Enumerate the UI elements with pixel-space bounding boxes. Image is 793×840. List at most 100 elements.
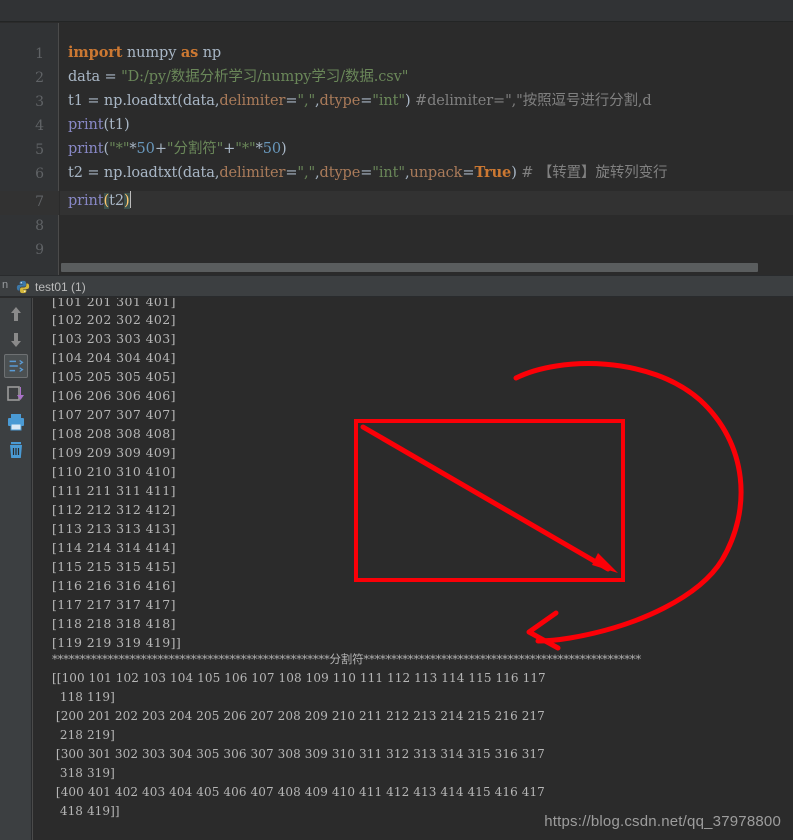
code-token: 50 — [262, 141, 281, 157]
output-line: [113 213 313 413] — [52, 521, 176, 536]
output-separator-line: ****************************************… — [52, 652, 641, 666]
code-line-1[interactable]: import numpy as np — [68, 41, 221, 65]
code-editor-pane[interactable]: 1 2 3 4 5 6 7 8 9 import numpy as np dat… — [0, 23, 793, 275]
line-number-2: 2 — [35, 70, 44, 86]
csdn-watermark: https://blog.csdn.net/qq_37978800 — [544, 813, 781, 830]
console-pane: [101 201 301 401] [102 202 302 402] [103… — [0, 298, 793, 840]
output-line: [116 216 316 416] — [52, 578, 176, 593]
output-line: [111 211 311 411] — [52, 483, 176, 498]
export-to-file-icon[interactable] — [4, 382, 28, 406]
text-caret — [129, 191, 131, 208]
line-number-5: 5 — [35, 142, 44, 158]
output-line: [108 208 308 408] — [52, 426, 176, 441]
code-token: #delimiter=","按照逗号进行分割,d — [415, 93, 652, 109]
editor-gutter[interactable]: 1 2 3 4 5 6 7 8 9 — [0, 23, 59, 275]
code-token: ) — [511, 165, 522, 181]
line-number-7: 7 — [35, 194, 44, 210]
line-number-9: 9 — [35, 242, 44, 258]
gutter-current-line-highlight — [0, 191, 59, 215]
code-token: print — [68, 141, 104, 157]
code-token: "*" — [109, 141, 130, 157]
code-line-5[interactable]: print("*"*50+"分割符"+"*"*50) — [68, 137, 287, 161]
code-token: "," — [297, 165, 316, 181]
code-token: np — [198, 45, 222, 61]
line-number-1: 1 — [35, 46, 44, 62]
code-token: "int" — [372, 93, 405, 109]
ide-window: 1 2 3 4 5 6 7 8 9 import numpy as np dat… — [0, 0, 793, 840]
console-output-text[interactable]: [101 201 301 401] [102 202 302 402] [103… — [48, 298, 793, 840]
code-token: = — [285, 93, 298, 109]
code-text-area[interactable]: import numpy as np data = "D:/py/数据分析学习/… — [60, 23, 793, 275]
code-token: t1 = np.loadtxt(data, — [68, 93, 220, 109]
output-line: [106 206 306 406] — [52, 388, 176, 403]
code-line-2[interactable]: data = "D:/py/数据分析学习/numpy学习/数据.csv" — [68, 65, 408, 89]
code-token: dtype — [319, 93, 361, 109]
editor-scrollbar-thumb[interactable] — [61, 263, 758, 272]
code-token: print — [68, 193, 104, 209]
code-token: data = — [68, 69, 122, 85]
line-number-4: 4 — [35, 118, 44, 134]
code-token: + — [154, 141, 167, 157]
code-token: ) — [281, 141, 287, 157]
code-token: t2 = np.loadtxt(data, — [68, 165, 220, 181]
output-line: [112 212 312 412] — [52, 502, 176, 517]
line-number-8: 8 — [35, 218, 44, 234]
code-token: dtype — [319, 165, 361, 181]
soft-wrap-icon[interactable] — [4, 354, 28, 378]
line-number-6: 6 — [35, 166, 44, 182]
output-line: 118 119] — [52, 690, 115, 704]
runbar-left-fragment: n — [2, 279, 9, 291]
up-arrow-icon[interactable] — [4, 302, 28, 326]
code-token: "D:/py/数据分析学习/numpy学习/数据.csv" — [121, 69, 409, 85]
code-token: = — [360, 93, 373, 109]
code-token: + — [223, 141, 236, 157]
code-token: unpack — [409, 165, 463, 181]
down-arrow-icon[interactable] — [4, 328, 28, 352]
code-token: = — [462, 165, 475, 181]
output-line: [115 215 315 415] — [52, 559, 176, 574]
editor-horizontal-scrollbar[interactable] — [60, 262, 793, 273]
window-top-strip — [0, 0, 793, 22]
code-token: = — [285, 165, 298, 181]
code-token: as — [180, 44, 199, 61]
output-line: [300 301 302 303 304 305 306 307 308 309… — [52, 747, 545, 761]
code-token: * — [129, 141, 137, 157]
code-token: delimiter — [219, 165, 286, 181]
output-line: [102 202 302 402] — [52, 312, 176, 327]
trash-icon[interactable] — [4, 438, 28, 462]
code-token: (t1) — [103, 117, 130, 133]
console-toolbar — [0, 298, 32, 840]
code-token: # 【转置】旋转列变行 — [521, 165, 668, 181]
code-token: "分割符" — [166, 141, 224, 157]
output-line: 418 419]] — [52, 804, 120, 818]
output-line: 218 219] — [52, 728, 115, 742]
output-line: [118 218 318 418] — [52, 616, 176, 631]
output-line: [103 203 303 403] — [52, 331, 176, 346]
output-line: [105 205 305 405] — [52, 369, 176, 384]
code-line-7[interactable]: print(t2) — [68, 189, 131, 213]
code-token: True — [474, 164, 512, 181]
code-token: t2 — [109, 193, 124, 209]
output-line: [110 210 310 410] — [52, 464, 176, 479]
code-token: print — [68, 117, 104, 133]
code-token: "," — [297, 93, 316, 109]
code-line-4[interactable]: print(t1) — [68, 113, 130, 137]
current-line-highlight — [60, 191, 793, 215]
output-line: [104 204 304 404] — [52, 350, 176, 365]
run-tab-label[interactable]: test01 (1) — [35, 280, 86, 294]
code-token: ) — [404, 93, 416, 109]
output-line: [114 214 314 414] — [52, 540, 176, 555]
code-line-6[interactable]: t2 = np.loadtxt(data,delimiter=",",dtype… — [68, 161, 668, 185]
run-tool-window-header: n test01 (1) — [0, 275, 793, 297]
code-token: = — [360, 165, 373, 181]
code-token: * — [255, 141, 263, 157]
python-icon — [16, 280, 30, 294]
code-token: import — [68, 44, 123, 61]
code-token: "int" — [372, 165, 405, 181]
output-line: [200 201 202 203 204 205 206 207 208 209… — [52, 709, 545, 723]
code-token: "*" — [235, 141, 256, 157]
print-icon[interactable] — [4, 410, 28, 434]
code-line-3[interactable]: t1 = np.loadtxt(data,delimiter=",",dtype… — [68, 89, 652, 113]
output-line: [107 207 307 407] — [52, 407, 176, 422]
output-line: [[100 101 102 103 104 105 106 107 108 10… — [52, 671, 546, 685]
